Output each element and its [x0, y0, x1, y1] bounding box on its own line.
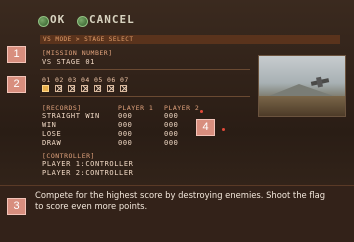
- callout-1: 1: [7, 46, 26, 63]
- mission-number-value: VS STAGE 01: [42, 58, 95, 66]
- record-p1-value: 000: [118, 130, 133, 138]
- stage-number: 05: [94, 76, 103, 84]
- stage-slot[interactable]: [55, 85, 62, 92]
- breadcrumb-text: VS MODE > STAGE SELECT: [43, 36, 134, 43]
- record-label: DRAW: [42, 139, 62, 147]
- cancel-button[interactable]: CANCEL: [89, 13, 135, 26]
- cancel-button-icon[interactable]: [77, 16, 88, 27]
- divider: [40, 96, 250, 97]
- record-p1-value: 000: [118, 139, 133, 147]
- ok-button-icon[interactable]: [38, 16, 49, 27]
- record-label: STRAIGHT WIN: [42, 112, 100, 120]
- record-p1-value: 000: [118, 112, 133, 120]
- ok-button[interactable]: OK: [50, 13, 65, 26]
- mission-description: Compete for the highest score by destroy…: [35, 190, 326, 211]
- stage-slot[interactable]: [94, 85, 101, 92]
- stage-number: 02: [55, 76, 64, 84]
- record-p2-value: 000: [164, 121, 179, 129]
- record-label: LOSE: [42, 130, 62, 138]
- record-p1-value: 000: [118, 121, 133, 129]
- record-label: WIN: [42, 121, 57, 129]
- marker-dot: [200, 110, 203, 113]
- stage-select-screen: OK CANCEL VS MODE > STAGE SELECT 1 [MISS…: [0, 0, 354, 242]
- records-header: [RECORDS]: [42, 104, 82, 112]
- top-bar: OK CANCEL: [0, 10, 354, 32]
- mission-number-header: [MISSION NUMBER]: [42, 49, 113, 57]
- breadcrumb: VS MODE > STAGE SELECT: [40, 35, 340, 44]
- record-p2-value: 000: [164, 112, 179, 120]
- stage-slot[interactable]: [120, 85, 127, 92]
- record-p2-value: 000: [164, 139, 179, 147]
- callout-4: 4: [196, 119, 215, 136]
- marker-dot: [222, 128, 225, 131]
- stage-number: 01: [42, 76, 51, 84]
- stage-slot[interactable]: [81, 85, 88, 92]
- divider: [40, 69, 250, 70]
- player1-column-header: PLAYER 1: [118, 104, 154, 112]
- controller-player1: PLAYER 1:CONTROLLER: [42, 160, 134, 168]
- stage-number: 07: [120, 76, 129, 84]
- player2-column-header: PLAYER 2: [164, 104, 200, 112]
- stage-number: 06: [107, 76, 116, 84]
- stage-preview-image: [258, 55, 346, 117]
- callout-3: 3: [7, 198, 26, 215]
- stage-number: 03: [68, 76, 77, 84]
- controller-player2: PLAYER 2:CONTROLLER: [42, 169, 134, 177]
- stage-slot-selected[interactable]: [42, 85, 49, 92]
- callout-2: 2: [7, 76, 26, 93]
- stage-slot[interactable]: [68, 85, 75, 92]
- stage-number: 04: [81, 76, 90, 84]
- controller-header: [CONTROLLER]: [42, 152, 95, 160]
- record-p2-value: 000: [164, 130, 179, 138]
- stage-slot[interactable]: [107, 85, 114, 92]
